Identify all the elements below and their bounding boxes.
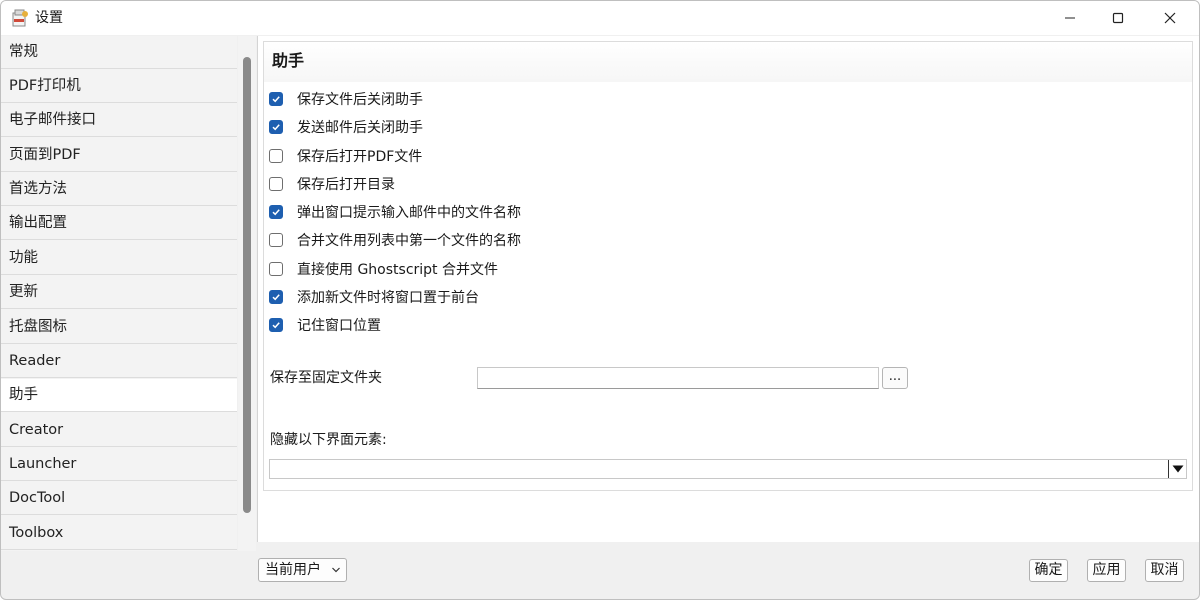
minimize-icon xyxy=(1065,17,1075,19)
user-scope-select[interactable]: 当前用户 xyxy=(258,558,347,582)
option-label: 保存后打开PDF文件 xyxy=(297,149,423,165)
window-title: 设置 xyxy=(35,10,63,26)
sidebar-item-features[interactable]: 功能 xyxy=(1,242,237,275)
sidebar-item-launcher[interactable]: Launcher xyxy=(1,448,237,481)
sidebar-item-doctool[interactable]: DocTool xyxy=(1,482,237,515)
sidebar-item-creator[interactable]: Creator xyxy=(1,414,237,447)
option-label: 弹出窗口提示输入邮件中的文件名称 xyxy=(297,205,521,221)
fixed-folder-input[interactable] xyxy=(477,367,879,389)
checkbox[interactable] xyxy=(269,205,283,219)
option-label: 添加新文件时将窗口置于前台 xyxy=(297,290,479,306)
app-icon xyxy=(11,9,29,27)
hide-elements-dropdown-button[interactable] xyxy=(1168,460,1187,478)
maximize-icon xyxy=(1112,12,1124,24)
sidebar-item-pdf-printer[interactable]: PDF打印机 xyxy=(1,70,237,103)
sidebar-scrollbar-thumb[interactable] xyxy=(243,57,251,513)
checkbox[interactable] xyxy=(269,290,283,304)
sidebar-item-update[interactable]: 更新 xyxy=(1,276,237,309)
triangle-down-icon xyxy=(1172,465,1184,473)
checkbox[interactable] xyxy=(269,120,283,134)
sidebar: 常规 PDF打印机 电子邮件接口 页面到PDF 首选方法 输出配置 功能 更新 … xyxy=(1,36,237,551)
checkbox[interactable] xyxy=(269,92,283,106)
sidebar-item-output-config[interactable]: 输出配置 xyxy=(1,207,237,240)
maximize-button[interactable] xyxy=(1095,1,1141,35)
check-icon xyxy=(272,124,280,131)
checkbox[interactable] xyxy=(269,233,283,247)
option-label: 发送邮件后关闭助手 xyxy=(297,120,423,136)
sidebar-item-general[interactable]: 常规 xyxy=(1,36,237,69)
sidebar-item-email-interface[interactable]: 电子邮件接口 xyxy=(1,104,237,137)
checkbox[interactable] xyxy=(269,318,283,332)
user-scope-value: 当前用户 xyxy=(265,562,321,578)
hide-elements-select[interactable] xyxy=(269,459,1187,479)
option-close-after-send[interactable]: 发送邮件后关闭助手 xyxy=(269,117,423,137)
panel-header: 助手 xyxy=(264,42,1192,82)
check-icon xyxy=(272,322,280,329)
close-button[interactable] xyxy=(1147,1,1193,35)
option-label: 记住窗口位置 xyxy=(297,318,381,334)
option-prompt-email-filename[interactable]: 弹出窗口提示输入邮件中的文件名称 xyxy=(269,202,521,222)
sidebar-item-tray-icon[interactable]: 托盘图标 xyxy=(1,311,237,344)
check-icon xyxy=(272,96,280,103)
checkbox[interactable] xyxy=(269,149,283,163)
sidebar-item-toolbox[interactable]: Toolbox xyxy=(1,517,237,550)
checkbox[interactable] xyxy=(269,262,283,276)
option-open-folder-after-save[interactable]: 保存后打开目录 xyxy=(269,174,395,194)
option-close-after-save[interactable]: 保存文件后关闭助手 xyxy=(269,89,423,109)
option-open-pdf-after-save[interactable]: 保存后打开PDF文件 xyxy=(269,146,422,166)
option-merge-use-first-name[interactable]: 合并文件用列表中第一个文件的名称 xyxy=(269,230,521,250)
apply-button[interactable]: 应用 xyxy=(1087,559,1126,582)
hide-elements-label: 隐藏以下界面元素: xyxy=(270,432,387,448)
option-bring-window-front[interactable]: 添加新文件时将窗口置于前台 xyxy=(269,287,479,307)
cancel-button[interactable]: 取消 xyxy=(1145,559,1184,582)
option-label: 合并文件用列表中第一个文件的名称 xyxy=(297,233,521,249)
sidebar-item-preferred-method[interactable]: 首选方法 xyxy=(1,173,237,206)
close-icon xyxy=(1164,12,1176,24)
title-bar: 设置 xyxy=(1,1,1199,35)
settings-window: 设置 常规 PDF打印机 电子邮件接口 页面到PDF 首选方法 输出配置 功能 … xyxy=(0,0,1200,600)
option-label: 保存后打开目录 xyxy=(297,177,395,193)
check-icon xyxy=(272,209,280,216)
sidebar-item-reader[interactable]: Reader xyxy=(1,345,237,378)
chevron-down-icon xyxy=(331,559,341,588)
check-icon xyxy=(272,294,280,301)
option-label: 保存文件后关闭助手 xyxy=(297,92,423,108)
sidebar-item-assistant[interactable]: 助手 xyxy=(1,379,237,412)
minimize-button[interactable] xyxy=(1047,1,1093,35)
sidebar-item-page-to-pdf[interactable]: 页面到PDF xyxy=(1,139,237,172)
panel-title: 助手 xyxy=(272,51,305,70)
option-label: 直接使用 Ghostscript 合并文件 xyxy=(297,262,498,278)
option-remember-window-position[interactable]: 记住窗口位置 xyxy=(269,315,381,335)
option-merge-ghostscript[interactable]: 直接使用 Ghostscript 合并文件 xyxy=(269,259,498,279)
checkbox[interactable] xyxy=(269,177,283,191)
browse-button[interactable]: ... xyxy=(882,367,908,389)
fixed-folder-label: 保存至固定文件夹 xyxy=(270,370,382,386)
ok-button[interactable]: 确定 xyxy=(1029,559,1068,582)
